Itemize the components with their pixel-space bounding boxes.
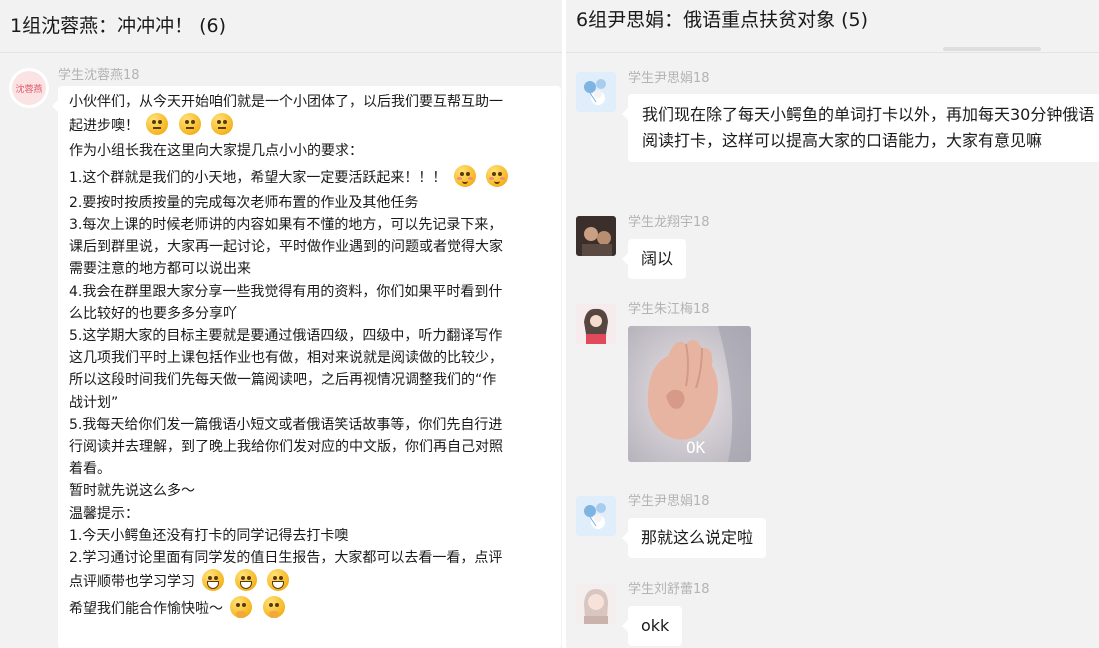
message-text: 那就这么说定啦: [641, 528, 754, 547]
thinking-face-emoji: [178, 113, 201, 136]
message-line: 作为小组长我在这里向大家提几点小小的要求：: [69, 143, 363, 160]
message-line: 温馨提示：: [69, 505, 139, 522]
sender-avatar-liu-shulei[interactable]: [576, 584, 616, 624]
message-line: 课后到群里说，大家再一起讨论，平时做作业遇到的问题或者觉得大家: [69, 239, 503, 256]
sender-name: 学生龙翔宇18: [628, 215, 710, 230]
sender-name: 学生尹思娟18: [628, 494, 710, 509]
message-text: 我们现在除了每天小鳄鱼的单词打卡以外，再加每天30分钟俄语阅读打卡，这样可以提高…: [642, 105, 1095, 150]
message-line: 1.这个群就是我们的小天地，希望大家一定要活跃起来！！！: [69, 169, 447, 186]
message-line: 2.学习通讨论里面有同学发的值日生报告，大家都可以去看一看，点评: [69, 550, 503, 567]
message-text: 阔以: [641, 249, 674, 268]
sender-name: 学生尹思娟18: [628, 71, 710, 86]
message-line: 么比较好的也要多多分享吖: [69, 305, 237, 322]
message-bubble[interactable]: 那就这么说定啦: [621, 518, 767, 558]
message-line: 所以这段时间我们先每天做一篇阅读吧，之后再视情况调整我们的“作: [69, 372, 497, 389]
message-line: 暂时就先说这么多～: [69, 483, 195, 500]
left-chat-pane: 1组沈蓉燕：冲冲冲！ (6) 沈蓉燕 学生沈蓉燕18 小伙伴们，从今天开始咱们就…: [0, 0, 562, 648]
message-bubble[interactable]: okk: [621, 606, 683, 646]
title-scroll-indicator: [943, 47, 1041, 51]
right-chat-pane: 6组尹思娟：俄语重点扶贫对象 (5) 学生尹思娟18 我们现在除了每天小鳄鱼的单…: [566, 0, 1099, 648]
sender-avatar-yin-sijuan[interactable]: [576, 72, 616, 112]
message-text: okk: [641, 616, 670, 635]
message-line: 需要注意的地方都可以说出来: [69, 261, 251, 278]
hand-over-mouth-emoji: [262, 596, 285, 619]
hand-over-mouth-emoji: [230, 596, 253, 619]
message-line: 5.这学期大家的目标主要就是要通过俄语四级，四级中，听力翻译写作: [69, 328, 503, 345]
message-line: 小伙伴们，从今天开始咱们就是一个小团体了，以后我们要互帮互助一: [69, 94, 503, 110]
message-line: 3.每次上课的时候老师讲的内容如果有不懂的地方，可以先记录下来，: [69, 217, 503, 234]
thinking-face-emoji: [211, 113, 234, 136]
message-line: 点评顺带也学习学习: [69, 574, 195, 591]
right-chat-title: 6组尹思娟：俄语重点扶贫对象 (5): [566, 0, 1099, 53]
blushing-face-emoji: [453, 164, 476, 187]
grinning-face-emoji: [234, 569, 257, 592]
grinning-face-emoji: [202, 569, 225, 592]
message-line: 2.要按时按质按量的完成每次老师布置的作业及其他任务: [69, 194, 419, 211]
blushing-face-emoji: [486, 164, 509, 187]
left-chat-title: 1组沈蓉燕：冲冲冲！ (6): [0, 0, 562, 53]
message-line: 1.今天小鳄鱼还没有打卡的同学记得去打卡噢: [69, 527, 349, 544]
avatar-text: 沈蓉燕: [15, 83, 42, 95]
message-line: 战计划”: [69, 394, 119, 411]
message-bubble[interactable]: 我们现在除了每天小鳄鱼的单词打卡以外，再加每天30分钟俄语阅读打卡，这样可以提高…: [622, 94, 1099, 162]
message-line: 着看。: [69, 461, 111, 478]
thinking-face-emoji: [146, 113, 169, 136]
sender-avatar-zhu-jiangmei[interactable]: [576, 304, 616, 344]
message-line: 起进步噢！: [69, 118, 139, 135]
message-line: 这几项我们平时上课包括作业也有做，相对来说就是阅读做的比较少，: [69, 350, 503, 367]
image-message[interactable]: OK: [628, 326, 751, 462]
message-bubble-long[interactable]: 小伙伴们，从今天开始咱们就是一个小团体了，以后我们要互帮互助一 起进步噢！ 作为…: [52, 86, 561, 648]
sender-name: 学生刘舒蕾18: [628, 582, 710, 597]
message-line: 5.我每天给你们发一篇俄语小短文或者俄语笑话故事等，你们先自行进: [69, 416, 503, 433]
message-line: 希望我们能合作愉快啦～: [69, 601, 223, 618]
message-bubble[interactable]: 阔以: [621, 239, 687, 279]
message-line: 4.我会在群里跟大家分享一些我觉得有用的资料，你们如果平时看到什: [69, 283, 503, 300]
sender-name: 学生沈蓉燕18: [58, 68, 140, 83]
sender-name: 学生朱江梅18: [628, 302, 710, 317]
grinning-face-emoji: [267, 569, 290, 592]
image-caption: OK: [686, 438, 706, 457]
sender-avatar-yin-sijuan[interactable]: [576, 496, 616, 536]
message-line: 行阅读并去理解，到了晚上我给你们发对应的中文版，你们再自己对照: [69, 439, 503, 456]
sender-avatar-long-xiangyu[interactable]: [576, 216, 616, 256]
sender-avatar-shen-rongyan[interactable]: 沈蓉燕: [9, 68, 49, 108]
